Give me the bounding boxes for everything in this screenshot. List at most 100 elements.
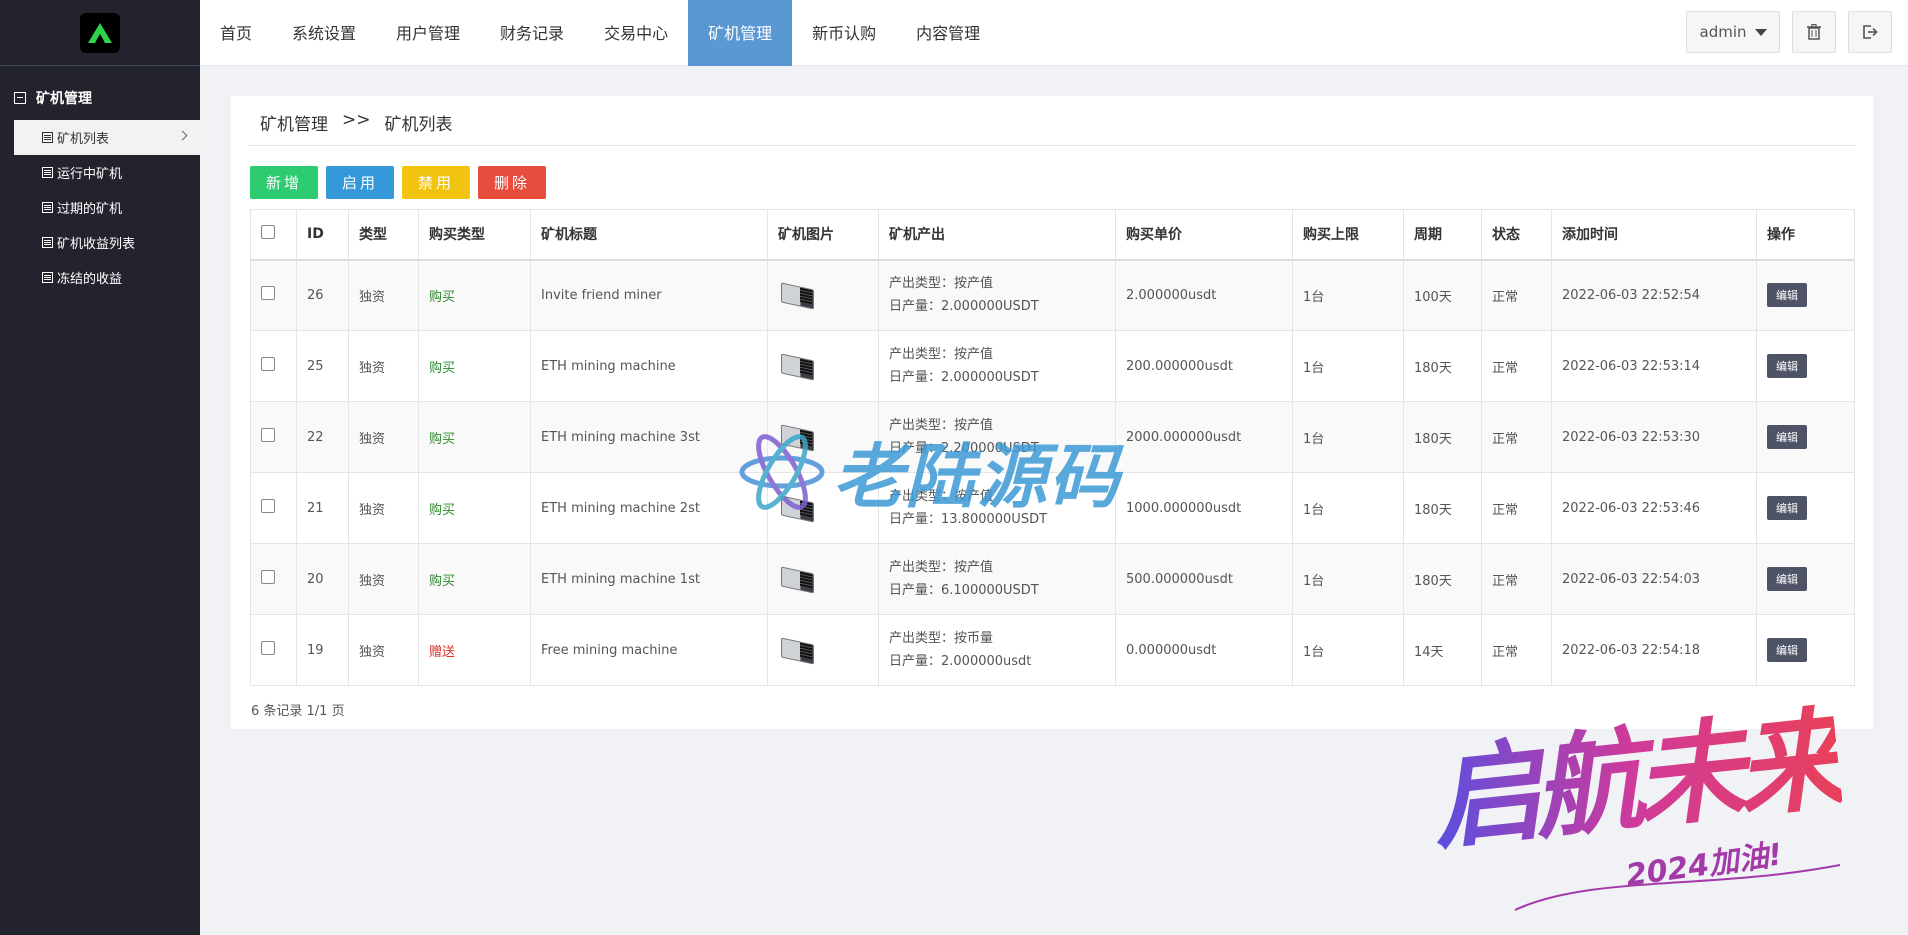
cell-status: 正常 — [1481, 472, 1552, 544]
nav-finance-records[interactable]: 财务记录 — [480, 0, 584, 66]
nav-user-management[interactable]: 用户管理 — [376, 0, 480, 66]
edit-button[interactable]: 编辑 — [1767, 567, 1807, 591]
collapse-icon — [14, 92, 26, 104]
center-watermark-text: 老陆源码 — [833, 436, 1121, 518]
edit-button[interactable]: 编辑 — [1767, 425, 1807, 449]
enable-button[interactable]: 启用 — [326, 166, 395, 199]
cell-title: Invite friend miner — [530, 259, 768, 331]
miner-fan — [800, 571, 812, 589]
cell-limit: 1台 — [1292, 543, 1404, 615]
col-header-status: 状态 — [1481, 209, 1552, 261]
output-type: 产出类型：按产值 — [889, 347, 994, 362]
logo-area — [0, 0, 200, 66]
list-icon — [42, 272, 53, 283]
list-icon — [42, 167, 53, 178]
logo-icon[interactable] — [80, 12, 120, 53]
user-name: admin — [1699, 23, 1747, 41]
cell-title: ETH mining machine 2st — [530, 472, 768, 544]
col-header-title: 矿机标题 — [530, 209, 768, 261]
delete-button[interactable]: 删除 — [478, 166, 547, 199]
cell-type: 独资 — [348, 330, 419, 402]
cell-limit: 1台 — [1292, 259, 1404, 331]
edit-button[interactable]: 编辑 — [1767, 496, 1807, 520]
row-checkbox[interactable] — [261, 428, 275, 442]
nav-miner-management[interactable]: 矿机管理 — [688, 0, 793, 66]
signature-swoosh — [1514, 864, 1841, 911]
col-header-actions: 操作 — [1756, 209, 1855, 261]
row-checkbox[interactable] — [261, 286, 275, 301]
list-icon — [42, 132, 53, 143]
output-daily: 日产量：2.000000USDT — [889, 370, 1039, 385]
sidebar-item-label: 矿机列表 — [57, 132, 110, 147]
breadcrumb-current: 矿机列表 — [384, 115, 453, 135]
sidebar-item-miner-earnings[interactable]: 矿机收益列表 — [0, 225, 200, 260]
cell-status: 正常 — [1481, 259, 1552, 331]
cell-type: 独资 — [348, 401, 419, 473]
breadcrumb-parent[interactable]: 矿机管理 — [260, 110, 328, 135]
cell-image — [767, 330, 879, 402]
cell-limit: 1台 — [1292, 614, 1404, 686]
list-icon — [42, 237, 53, 248]
menu-group-miner[interactable]: 矿机管理 — [0, 66, 200, 120]
nav-system-settings[interactable]: 系统设置 — [272, 0, 376, 66]
add-button[interactable]: 新增 — [250, 166, 319, 199]
sidebar: 矿机管理 矿机列表 运行中矿机 过期的矿机 矿机收益列表 冻结的收益 — [0, 0, 200, 935]
select-all-checkbox[interactable] — [261, 225, 275, 240]
row-checkbox[interactable] — [261, 570, 275, 584]
output-type: 产出类型：按产值 — [889, 276, 994, 292]
miner-fan — [800, 287, 812, 305]
edit-button[interactable]: 编辑 — [1767, 638, 1807, 662]
nav-home[interactable]: 首页 — [200, 0, 272, 66]
user-menu-button[interactable]: admin — [1686, 11, 1780, 53]
col-header-output: 矿机产出 — [878, 209, 1116, 261]
sidebar-item-miner-list[interactable]: 矿机列表 — [14, 120, 200, 155]
cell-image — [767, 543, 879, 615]
col-header-cycle: 周期 — [1403, 209, 1482, 261]
cell-buy-type: 购买 — [418, 543, 531, 615]
cell-title: ETH mining machine — [530, 330, 768, 402]
cell-id: 21 — [296, 472, 349, 544]
row-checkbox[interactable] — [261, 641, 275, 655]
cell-type: 独资 — [348, 543, 419, 615]
cell-buy-type: 赠送 — [418, 614, 531, 686]
cell-actions: 编辑 — [1756, 330, 1855, 402]
row-checkbox[interactable] — [261, 499, 275, 513]
top-right-controls: admin — [1686, 11, 1892, 53]
cell-limit: 1台 — [1292, 330, 1404, 402]
sidebar-item-frozen-earnings[interactable]: 冻结的收益 — [0, 260, 200, 295]
cell-actions: 编辑 — [1756, 543, 1855, 615]
sidebar-item-label: 冻结的收益 — [57, 272, 123, 287]
list-icon — [42, 202, 53, 213]
cell-id: 19 — [296, 614, 349, 686]
col-header-price: 购买单价 — [1115, 209, 1293, 261]
output-daily: 日产量：2.000000usdt — [889, 654, 1032, 669]
nav-content-management[interactable]: 内容管理 — [896, 0, 1000, 66]
cell-cycle: 100天 — [1403, 259, 1482, 331]
nav-new-coin-subscription[interactable]: 新币认购 — [792, 0, 896, 66]
cell-price: 0.000000usdt — [1115, 614, 1293, 686]
cell-title: ETH mining machine 1st — [530, 543, 768, 615]
logout-button[interactable] — [1848, 11, 1892, 53]
row-checkbox[interactable] — [261, 357, 275, 371]
cell-limit: 1台 — [1292, 472, 1404, 544]
main-nav: 首页 系统设置 用户管理 财务记录 交易中心 矿机管理 新币认购 内容管理 — [200, 0, 1908, 66]
clear-cache-button[interactable] — [1792, 11, 1836, 53]
cell-limit: 1台 — [1292, 401, 1404, 473]
disable-button[interactable]: 禁用 — [402, 166, 471, 199]
cell-status: 正常 — [1481, 401, 1552, 473]
edit-button[interactable]: 编辑 — [1767, 283, 1807, 308]
edit-button[interactable]: 编辑 — [1767, 354, 1807, 378]
cell-buy-type: 购买 — [418, 401, 531, 473]
cell-output: 产出类型：按币量 日产量：2.000000usdt — [878, 614, 1116, 686]
miner-fan — [800, 642, 812, 660]
cell-id: 20 — [296, 543, 349, 615]
cell-id: 22 — [296, 401, 349, 473]
sidebar-item-expired-miners[interactable]: 过期的矿机 — [0, 190, 200, 225]
cell-price: 200.000000usdt — [1115, 330, 1293, 402]
cell-type: 独资 — [348, 259, 419, 331]
row-select-cell — [250, 614, 297, 686]
row-select-cell — [250, 472, 297, 544]
sidebar-item-running-miners[interactable]: 运行中矿机 — [0, 155, 200, 190]
nav-trading-center[interactable]: 交易中心 — [584, 0, 688, 66]
col-header-buy-type: 购买类型 — [418, 209, 531, 261]
